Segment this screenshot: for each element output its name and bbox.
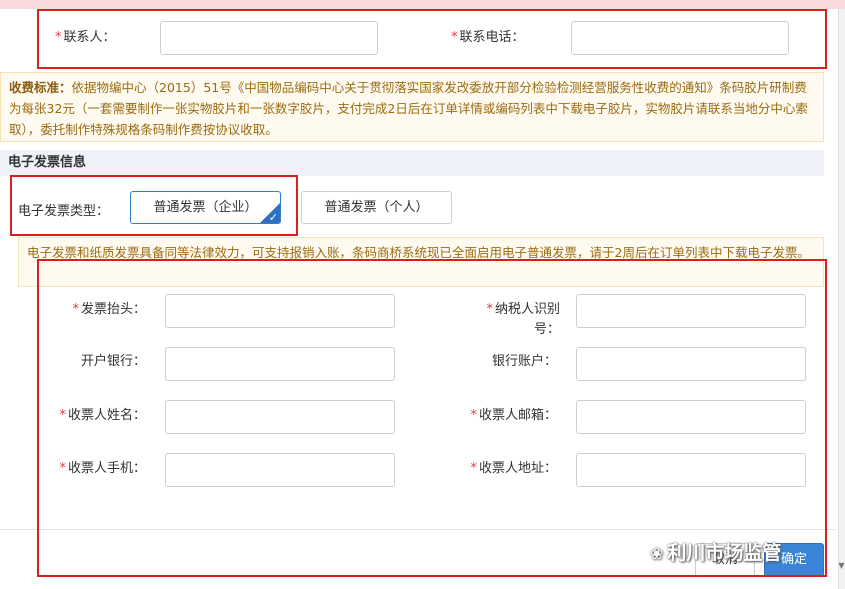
fee-notice-body: 依据物编中心（2015）51号《中国物品编码中心关于贯彻落实国家发改委放开部分检… bbox=[9, 80, 808, 137]
scroll-down-icon[interactable]: ▼ bbox=[838, 560, 845, 572]
scrollbar[interactable] bbox=[838, 9, 845, 589]
annotation-contact bbox=[37, 9, 827, 69]
invoice-section-title: 电子发票信息 bbox=[0, 150, 824, 176]
annotation-invoice-type bbox=[10, 175, 298, 236]
fee-notice-title: 收费标准： bbox=[9, 80, 72, 95]
invoice-type-personal-option[interactable]: 普通发票（个人） bbox=[301, 191, 452, 224]
invoice-type-personal-label: 普通发票（个人） bbox=[324, 200, 429, 215]
annotation-invoice-form bbox=[37, 259, 827, 577]
fee-notice: 收费标准：依据物编中心（2015）51号《中国物品编码中心关于贯彻落实国家发改委… bbox=[0, 72, 824, 142]
top-band bbox=[0, 0, 845, 9]
